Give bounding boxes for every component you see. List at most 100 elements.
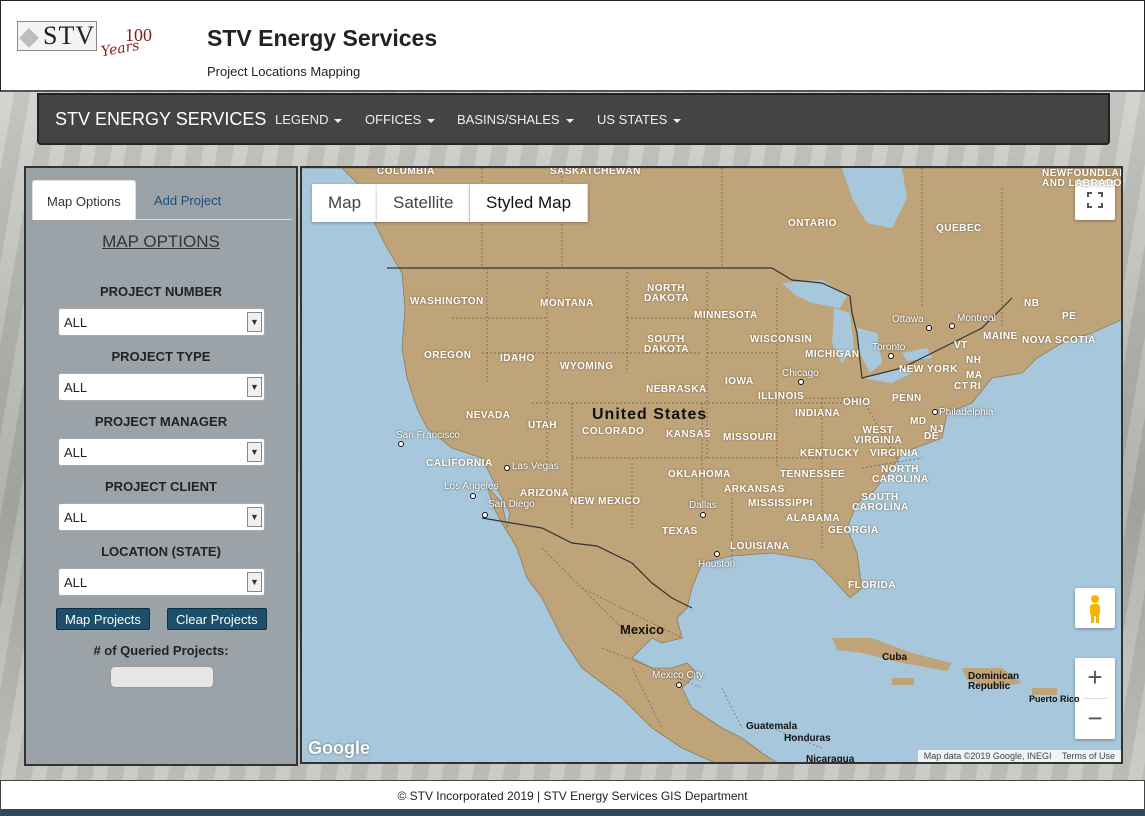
main-navbar: STV ENERGY SERVICES LEGEND OFFICES BASIN…	[37, 93, 1110, 145]
state-label: CT	[954, 381, 969, 392]
province-label: QUEBEC	[936, 223, 982, 234]
city-label: Toronto	[872, 342, 906, 353]
location-state-select[interactable]: ALL ▼	[58, 568, 265, 596]
nav-states-menu[interactable]: US STATES	[597, 112, 682, 127]
select-value: ALL	[64, 445, 88, 460]
country-label: Puerto Rico	[1029, 694, 1080, 704]
state-label: MINNESOTA	[694, 310, 758, 321]
state-label: TENNESSEE	[780, 469, 846, 480]
city-marker	[714, 551, 720, 557]
project-client-select[interactable]: ALL ▼	[58, 503, 265, 531]
map-options-panel: Map Options Add Project MAP OPTIONS PROJ…	[24, 166, 298, 766]
caret-down-icon	[427, 118, 436, 123]
site-header: STV 100 Years STV Energy Services Projec…	[0, 0, 1145, 92]
city-label: San Diego	[488, 499, 535, 510]
city-marker	[888, 353, 894, 359]
queried-count-field	[110, 666, 214, 688]
state-label: UTAH	[528, 420, 558, 431]
state-label: MICHIGAN	[805, 349, 860, 360]
state-label: ILLINOIS	[758, 391, 805, 402]
project-number-label: PROJECT NUMBER	[99, 284, 223, 299]
navbar-brand[interactable]: STV ENERGY SERVICES	[55, 109, 266, 130]
state-label: NORTH CAROLINA	[872, 464, 929, 485]
zoom-in-button[interactable]: +	[1075, 658, 1115, 698]
select-value: ALL	[64, 315, 88, 330]
state-label: RI	[970, 381, 981, 392]
nav-offices-menu[interactable]: OFFICES	[365, 112, 436, 127]
state-label: CALIFORNIA	[426, 458, 493, 469]
state-label: NEW MEXICO	[570, 496, 641, 507]
map-type-map[interactable]: Map	[312, 184, 379, 222]
city-marker	[482, 512, 488, 518]
province-label: SASKATCHEWAN	[550, 166, 641, 177]
map-type-satellite[interactable]: Satellite	[377, 184, 471, 222]
zoom-out-button[interactable]: −	[1075, 699, 1115, 739]
clear-projects-button[interactable]: Clear Projects	[167, 608, 267, 630]
province-label: PE	[1062, 311, 1077, 322]
state-label: NORTH DAKOTA	[644, 283, 690, 304]
pegman-icon	[1090, 595, 1100, 623]
street-view-button[interactable]	[1075, 588, 1115, 628]
state-label: NEW YORK	[899, 364, 958, 375]
jamaica-land	[892, 678, 914, 685]
state-label: IOWA	[725, 376, 754, 387]
state-label: VT	[954, 340, 968, 351]
state-label: OHIO	[843, 397, 871, 408]
city-label: Houston	[698, 559, 736, 570]
state-label: IDAHO	[500, 353, 535, 364]
state-label: WEST VIRGINIA	[853, 425, 903, 446]
map-type-styled[interactable]: Styled Map	[470, 184, 589, 222]
tab-map-options[interactable]: Map Options	[32, 180, 136, 220]
select-value: ALL	[64, 510, 88, 525]
province-label: ONTARIO	[788, 218, 837, 229]
caret-down-icon	[334, 118, 343, 123]
zoom-control: + −	[1075, 658, 1115, 739]
project-number-select[interactable]: ALL ▼	[58, 308, 265, 336]
city-marker	[700, 512, 706, 518]
city-marker	[926, 325, 932, 331]
city-marker	[504, 465, 510, 471]
city-label: Ottawa	[892, 314, 924, 325]
province-label: NEWFOUNDLAND AND LABRADOR	[1042, 168, 1122, 189]
state-label: VIRGINIA	[870, 448, 919, 459]
project-manager-label: PROJECT MANAGER	[94, 414, 228, 429]
state-label: FLORIDA	[848, 580, 896, 591]
nav-basins-menu[interactable]: BASINS/SHALES	[457, 112, 574, 127]
country-label-mexico: Mexico	[620, 622, 665, 637]
map-attribution: Map data ©2019 Google, INEGI Terms of Us…	[917, 750, 1121, 762]
state-label: MA	[966, 370, 983, 381]
footer-text: © STV Incorporated 2019 | STV Energy Ser…	[397, 789, 748, 803]
state-label: ALABAMA	[786, 513, 841, 524]
nav-offices-label: OFFICES	[365, 112, 422, 127]
project-manager-select[interactable]: ALL ▼	[58, 438, 265, 466]
app-title: STV Energy Services	[207, 25, 438, 51]
tab-add-project[interactable]: Add Project	[140, 180, 235, 220]
city-label: Montreal	[957, 313, 996, 324]
stv-logo[interactable]: STV 100 Years	[17, 19, 157, 69]
state-label: MONTANA	[540, 298, 594, 309]
city-label: Dallas	[689, 500, 717, 511]
page-footer: © STV Incorporated 2019 | STV Energy Ser…	[0, 780, 1145, 810]
state-label: TEXAS	[662, 526, 698, 537]
city-label: Las Vegas	[512, 461, 559, 472]
map-projects-button[interactable]: Map Projects	[56, 608, 150, 630]
terms-link[interactable]: Terms of Use	[1062, 751, 1115, 761]
province-label: COLUMBIA	[377, 166, 435, 177]
google-logo[interactable]: Google	[308, 738, 370, 759]
chevron-down-icon: ▼	[247, 572, 262, 592]
country-label: Guatemala	[746, 721, 798, 732]
logo-years: Years	[99, 37, 141, 61]
project-type-select[interactable]: ALL ▼	[58, 373, 265, 401]
city-label: Mexico City	[652, 670, 704, 681]
location-state-label: LOCATION (STATE)	[101, 544, 221, 559]
google-map[interactable]: Map Satellite Styled Map + − United Stat…	[300, 166, 1123, 764]
country-label: Dominican Republic	[968, 671, 1020, 692]
nav-legend-menu[interactable]: LEGEND	[275, 112, 343, 127]
state-label: SOUTH CAROLINA	[852, 492, 909, 513]
bottom-strip	[0, 810, 1145, 816]
state-label: DE	[924, 431, 939, 442]
state-label: NEVADA	[466, 410, 511, 421]
state-label: OKLAHOMA	[668, 469, 731, 480]
state-label: NEBRASKA	[646, 384, 707, 395]
city-label: Chicago	[782, 368, 819, 379]
